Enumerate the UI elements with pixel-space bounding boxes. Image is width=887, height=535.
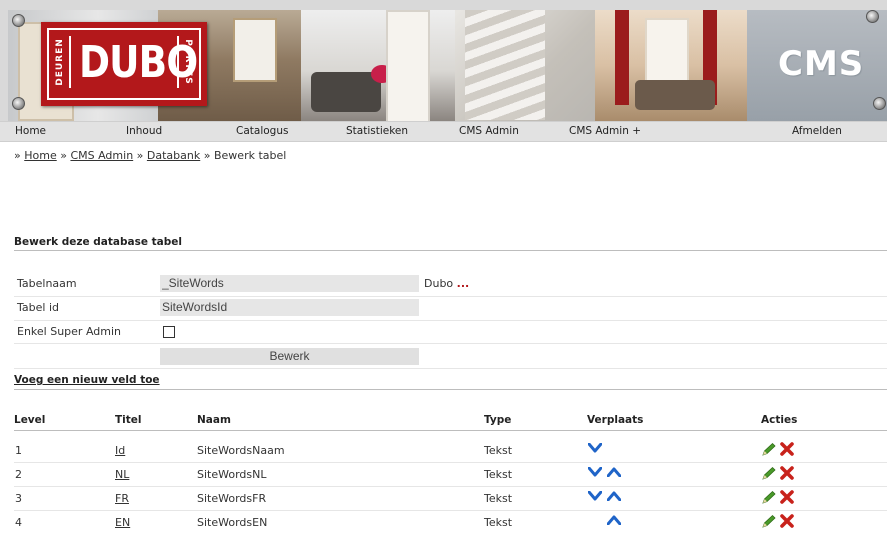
super-admin-checkbox[interactable] [163, 326, 175, 338]
delete-x-icon[interactable] [780, 490, 794, 504]
nav-cms-admin-plus[interactable]: CMS Admin + [569, 125, 641, 137]
pencil-icon[interactable] [761, 514, 777, 528]
pencil-icon[interactable] [761, 442, 777, 456]
col-header-name: Naam [197, 414, 231, 426]
header-photo [455, 10, 595, 121]
header-photo [301, 10, 455, 121]
nav-cms-admin[interactable]: CMS Admin [459, 125, 519, 137]
row-divider [14, 510, 887, 511]
main-nav: Home Inhoud Catalogus Statistieken CMS A… [0, 121, 887, 142]
chevron-up-icon[interactable] [606, 467, 622, 479]
nav-afmelden[interactable]: Afmelden [792, 125, 842, 137]
delete-x-icon[interactable] [780, 466, 794, 480]
cell-name: SiteWordsFR [197, 492, 267, 505]
cell-name: SiteWordsNaam [197, 444, 285, 457]
cell-level: 3 [15, 492, 22, 505]
chevron-down-icon[interactable] [587, 466, 603, 479]
more-link[interactable]: ... [457, 277, 470, 290]
breadcrumb-separator: » [136, 149, 144, 162]
bewerk-button[interactable]: Bewerk [160, 348, 419, 365]
bolt-icon [12, 14, 25, 27]
cell-level: 1 [15, 444, 22, 457]
table-id-input[interactable] [160, 299, 419, 316]
cell-type: Tekst [484, 468, 513, 481]
header-photo [595, 10, 747, 121]
cell-level: 4 [15, 516, 22, 529]
breadcrumb-separator: » [203, 149, 211, 162]
divider [14, 389, 887, 390]
col-header-type: Type [484, 414, 512, 426]
cell-title: Id [115, 444, 125, 457]
header-banner: DEUREN DUBO PORTES CMS [0, 0, 887, 121]
chevron-up-icon[interactable] [606, 491, 622, 503]
chevron-down-icon[interactable] [587, 490, 603, 503]
row-divider [14, 462, 887, 463]
bolt-icon [12, 97, 25, 110]
col-header-actions: Acties [761, 414, 798, 426]
nav-statistieken[interactable]: Statistieken [346, 125, 408, 137]
cell-type: Tekst [484, 444, 513, 457]
table-name-label: Tabelnaam [17, 277, 77, 290]
cell-name: SiteWordsEN [197, 516, 268, 529]
cell-title: NL [115, 468, 129, 481]
chevron-down-icon[interactable] [587, 442, 603, 455]
delete-x-icon[interactable] [780, 514, 794, 528]
cell-type: Tekst [484, 492, 513, 505]
cell-name: SiteWordsNL [197, 468, 267, 481]
breadcrumb: » Home » CMS Admin » Databank » Bewerk t… [14, 149, 286, 162]
field-title-link[interactable]: EN [115, 516, 130, 529]
table-id-label: Tabel id [17, 301, 59, 314]
bolt-icon [866, 10, 879, 23]
field-title-link[interactable]: Id [115, 444, 125, 457]
col-header-move: Verplaats [587, 414, 644, 426]
row-divider [14, 486, 887, 487]
table-name-input[interactable] [160, 275, 419, 292]
chevron-up-icon[interactable] [606, 515, 622, 527]
breadcrumb-separator: » [14, 149, 21, 162]
breadcrumb-databank[interactable]: Databank [147, 149, 200, 162]
bolt-icon [873, 97, 886, 110]
nav-home[interactable]: Home [15, 125, 46, 137]
field-title-link[interactable]: FR [115, 492, 129, 505]
cell-title: EN [115, 516, 130, 529]
divider [14, 430, 887, 431]
cell-level: 2 [15, 468, 22, 481]
col-header-level: Level [14, 414, 46, 426]
col-header-title: Titel [115, 414, 142, 426]
breadcrumb-separator: » [60, 149, 67, 162]
pencil-icon[interactable] [761, 466, 777, 480]
breadcrumb-current: Bewerk tabel [213, 149, 287, 162]
dubo-logo[interactable]: DEUREN DUBO PORTES [41, 22, 207, 106]
cell-title: FR [115, 492, 129, 505]
cms-mark: CMS [778, 44, 865, 84]
table-name-suffix: Dubo ... [424, 277, 470, 290]
super-admin-label: Enkel Super Admin [17, 325, 122, 338]
delete-x-icon[interactable] [780, 442, 794, 456]
nav-inhoud[interactable]: Inhoud [126, 125, 162, 137]
add-field-link[interactable]: Voeg een nieuw veld toe [14, 374, 160, 386]
logo-left-text: DEUREN [55, 38, 66, 86]
pencil-icon[interactable] [761, 490, 777, 504]
logo-right-text: PORTES [183, 39, 194, 85]
breadcrumb-cms-admin[interactable]: CMS Admin [70, 149, 133, 162]
form-title: Bewerk deze database tabel [14, 236, 182, 248]
divider [14, 250, 887, 251]
breadcrumb-home[interactable]: Home [24, 149, 56, 162]
nav-catalogus[interactable]: Catalogus [236, 125, 288, 137]
logo-brand-text: DUBO [78, 37, 198, 88]
field-title-link[interactable]: NL [115, 468, 129, 481]
cell-type: Tekst [484, 516, 513, 529]
